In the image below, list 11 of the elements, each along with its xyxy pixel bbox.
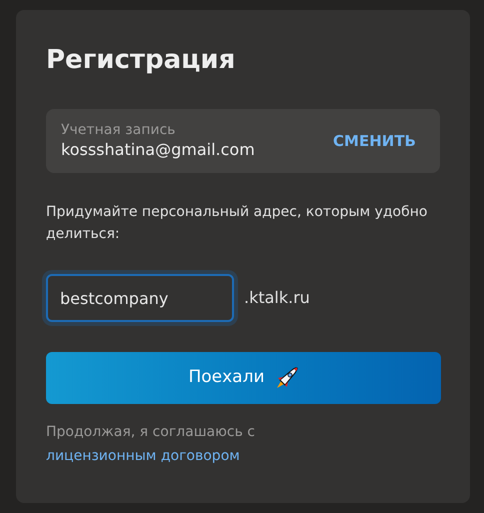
domain-suffix: .ktalk.ru [244, 287, 310, 309]
page-title: Регистрация [46, 44, 236, 76]
account-email: kossshatina@gmail.com [61, 139, 255, 161]
address-field[interactable]: bestcompany [46, 274, 234, 322]
rocket-icon [274, 366, 299, 390]
account-label: Учетная запись [61, 121, 176, 139]
license-link[interactable]: лицензионным договором [46, 448, 240, 464]
consent-text: Продолжая, я соглашаюсь с лицензионным договором [46, 423, 256, 466]
prompt-text: Придумайте персональный адрес, которым удобно делиться: [46, 203, 428, 244]
change-button[interactable]: СМЕНИТЬ [333, 130, 416, 152]
submit-button[interactable]: Поехали [46, 352, 441, 404]
